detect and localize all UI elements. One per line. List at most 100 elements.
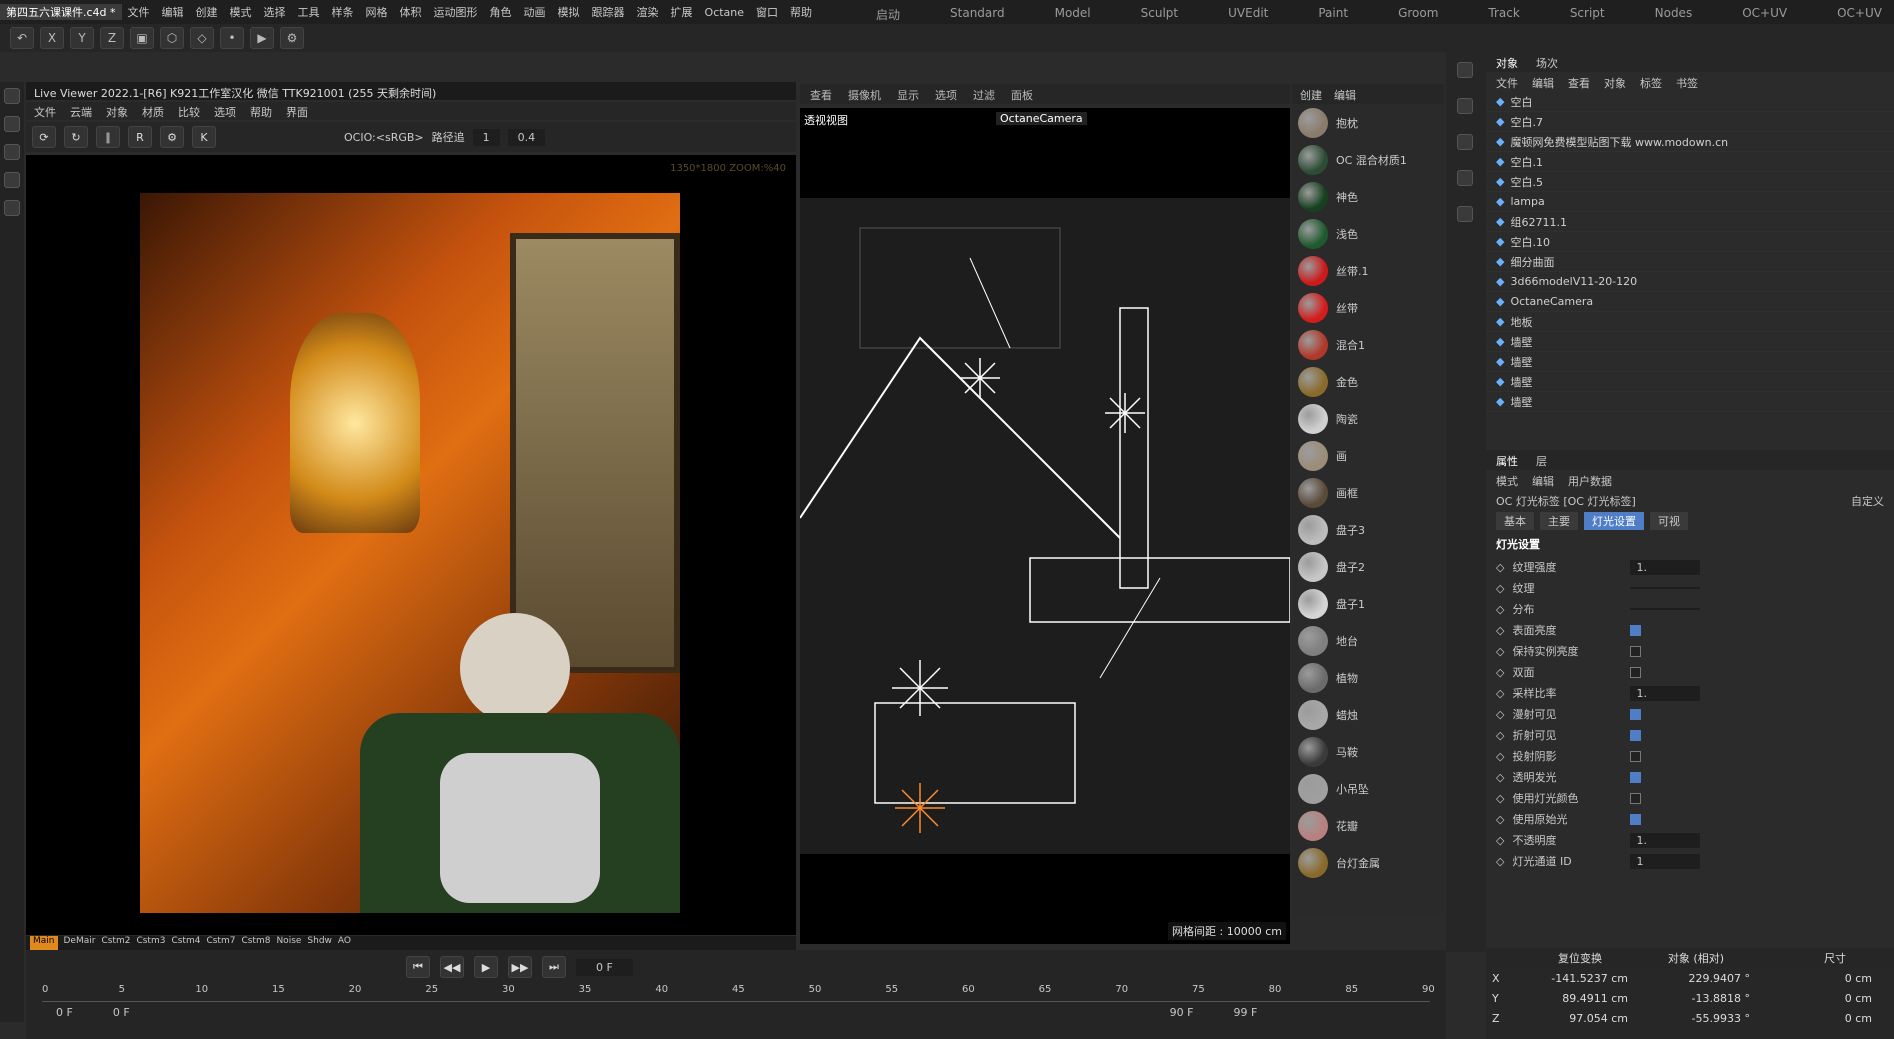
menu-window[interactable]: 窗口 <box>750 4 784 20</box>
layout-ocuv[interactable]: OC+UV <box>1736 6 1793 23</box>
object-row[interactable]: ◆ 地板 <box>1486 312 1894 332</box>
material-item[interactable]: 画 <box>1292 437 1444 474</box>
perspective-viewport[interactable]: 透视视图 OctaneCamera 网格间距 : 10000 cm <box>800 108 1290 944</box>
subtab-basic[interactable]: 基本 <box>1496 512 1534 530</box>
object-relative-select[interactable]: 对象 (相对) <box>1614 950 1724 966</box>
keyframe-icon[interactable]: ◇ <box>1496 666 1504 679</box>
tab-attributes[interactable]: 属性 <box>1496 453 1518 468</box>
current-frame[interactable]: 0 F <box>576 958 633 976</box>
subtab-light-settings[interactable]: 灯光设置 <box>1584 512 1644 530</box>
undo-icon[interactable]: ↶ <box>10 27 34 49</box>
material-item[interactable]: 盘子1 <box>1292 585 1444 622</box>
attribute-checkbox[interactable] <box>1630 666 1642 678</box>
start-frame[interactable]: 0 F <box>56 1006 73 1019</box>
custom-select[interactable]: 自定义 <box>1851 493 1884 508</box>
obj-menu-tags[interactable]: 标签 <box>1640 75 1662 90</box>
go-end-icon[interactable]: ⏭ <box>542 956 566 978</box>
next-key-icon[interactable]: ▶▶ <box>508 956 532 978</box>
material-item[interactable]: 混合1 <box>1292 326 1444 363</box>
pass-noise[interactable]: Noise <box>276 936 301 950</box>
attr-menu-userdata[interactable]: 用户数据 <box>1568 473 1612 488</box>
ocio-select[interactable]: OCIO:<sRGB> <box>344 131 424 144</box>
tab-layers[interactable]: 层 <box>1536 453 1547 468</box>
obj-menu-object[interactable]: 对象 <box>1604 75 1626 90</box>
keyframe-icon[interactable]: ◇ <box>1496 561 1504 574</box>
object-row[interactable]: ◆ 空白 <box>1486 92 1894 112</box>
rotate-icon[interactable] <box>4 144 20 160</box>
attribute-checkbox[interactable] <box>1630 708 1642 720</box>
layout-nodes[interactable]: Nodes <box>1649 6 1699 23</box>
lv-menu-interface[interactable]: 界面 <box>286 104 308 119</box>
layout-sculpt[interactable]: Sculpt <box>1135 6 1184 23</box>
keyframe-icon[interactable]: ◇ <box>1496 855 1504 868</box>
pass-main[interactable]: Main <box>30 936 58 950</box>
coord-pos[interactable]: -141.5237 cm <box>1518 972 1628 985</box>
lv-menu-cloud[interactable]: 云端 <box>70 104 92 119</box>
menu-file[interactable]: 文件 <box>122 4 156 20</box>
object-row[interactable]: ◆ 墙壁 <box>1486 352 1894 372</box>
coord-rot[interactable]: -13.8818 ° <box>1640 992 1750 1005</box>
file-tab[interactable]: 第四五六课课件.c4d * <box>0 4 122 20</box>
lv-menu-file[interactable]: 文件 <box>34 104 56 119</box>
keyframe-icon[interactable]: ◇ <box>1496 603 1504 616</box>
material-item[interactable]: 蜡烛 <box>1292 696 1444 733</box>
menu-tracker[interactable]: 跟踪器 <box>586 4 631 20</box>
lv-menu-options[interactable]: 选项 <box>214 104 236 119</box>
keyframe-icon[interactable]: ◇ <box>1496 813 1504 826</box>
attribute-value[interactable]: 1. <box>1630 559 1701 575</box>
keyframe-icon[interactable]: ◇ <box>1496 792 1504 805</box>
coord-size[interactable]: 0 cm <box>1762 992 1872 1005</box>
pass-ao[interactable]: AO <box>338 936 351 950</box>
layout-uvedit[interactable]: UVEdit <box>1222 6 1274 23</box>
lv-menu-help[interactable]: 帮助 <box>250 104 272 119</box>
material-item[interactable]: OC 混合材质1 <box>1292 141 1444 178</box>
attribute-checkbox[interactable] <box>1630 729 1642 741</box>
lv-menu-compare[interactable]: 比较 <box>178 104 200 119</box>
layout-paint[interactable]: Paint <box>1312 6 1354 23</box>
render-icon[interactable]: ▶ <box>250 27 274 49</box>
layout-model[interactable]: Model <box>1049 6 1097 23</box>
pass-cstm7[interactable]: Cstm7 <box>206 936 235 950</box>
size-select[interactable]: 尺寸 <box>1736 950 1846 966</box>
keyframe-icon[interactable]: ◇ <box>1496 582 1504 595</box>
coord-rot[interactable]: -55.9933 ° <box>1640 1012 1750 1025</box>
obj-menu-bookmarks[interactable]: 书签 <box>1676 75 1698 90</box>
menu-edit[interactable]: 编辑 <box>156 4 190 20</box>
object-row[interactable]: ◆ 墙壁 <box>1486 372 1894 392</box>
attr-menu-edit[interactable]: 编辑 <box>1532 473 1554 488</box>
coord-pos[interactable]: 89.4911 cm <box>1518 992 1628 1005</box>
pass-cstm2[interactable]: Cstm2 <box>101 936 130 950</box>
menu-tools[interactable]: 工具 <box>292 4 326 20</box>
material-item[interactable]: 盘子2 <box>1292 548 1444 585</box>
end-frame[interactable]: 90 F <box>1170 1006 1194 1019</box>
keyframe-icon[interactable]: ◇ <box>1496 771 1504 784</box>
keyframe-icon[interactable]: ◇ <box>1496 708 1504 721</box>
scale-icon[interactable] <box>4 172 20 188</box>
menu-select[interactable]: 选择 <box>258 4 292 20</box>
start-frame-2[interactable]: 0 F <box>113 1006 130 1019</box>
pause-icon[interactable]: ∥ <box>96 126 120 148</box>
object-row[interactable]: ◆ 魔顿网免费模型贴图下载 www.modown.cn <box>1486 132 1894 152</box>
vp-menu-camera[interactable]: 摄像机 <box>848 87 881 102</box>
material-item[interactable]: 陶瓷 <box>1292 400 1444 437</box>
coord-size[interactable]: 0 cm <box>1762 972 1872 985</box>
select-icon[interactable] <box>4 88 20 104</box>
object-row[interactable]: ◆ 墙壁 <box>1486 332 1894 352</box>
attribute-checkbox[interactable] <box>1630 792 1642 804</box>
menu-simulate[interactable]: 模拟 <box>552 4 586 20</box>
attribute-value[interactable] <box>1630 587 1701 589</box>
object-row[interactable]: ◆ 细分曲面 <box>1486 252 1894 272</box>
octane-icon[interactable] <box>1457 206 1473 222</box>
tab-objects[interactable]: 对象 <box>1496 55 1518 70</box>
light-icon[interactable] <box>1457 170 1473 186</box>
cube-icon[interactable]: ▣ <box>130 27 154 49</box>
menu-create[interactable]: 创建 <box>190 4 224 20</box>
menu-spline[interactable]: 样条 <box>326 4 360 20</box>
move-icon[interactable] <box>4 116 20 132</box>
object-row[interactable]: ◆ 空白.5 <box>1486 172 1894 192</box>
coord-size[interactable]: 0 cm <box>1762 1012 1872 1025</box>
object-row[interactable]: ◆ lampa <box>1486 192 1894 212</box>
camera-label[interactable]: OctaneCamera <box>996 112 1087 125</box>
keyframe-icon[interactable]: ◇ <box>1496 645 1504 658</box>
keyframe-icon[interactable]: ◇ <box>1496 624 1504 637</box>
